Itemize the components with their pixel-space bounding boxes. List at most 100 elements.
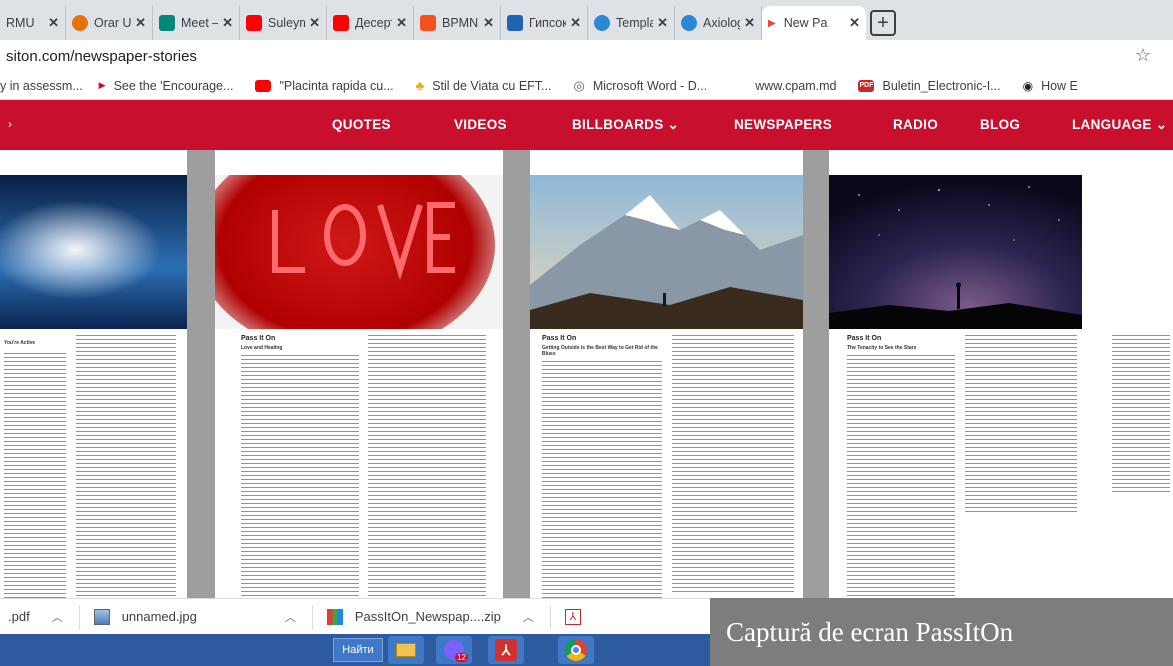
divider: [311, 604, 313, 629]
close-icon[interactable]: ✕: [396, 15, 407, 31]
tab-title: Гипсок: [529, 16, 567, 30]
mountain-image: [530, 175, 803, 329]
caption-overlay: Captură de ecran PassItOn: [710, 598, 1173, 666]
browser-tab-active[interactable]: ▶ New Pa ✕: [762, 6, 866, 40]
nav-blog[interactable]: BLOG: [980, 117, 1020, 132]
messenger-icon[interactable]: 12: [436, 636, 472, 664]
close-icon[interactable]: ✕: [657, 15, 668, 31]
youtube-icon: [255, 79, 272, 92]
bookmark-item[interactable]: "Placinta rapida cu...: [255, 78, 394, 93]
pdf-icon: PDF: [858, 79, 875, 92]
bookmark-item[interactable]: PDF Buletin_Electronic-I...: [858, 79, 1001, 93]
nav-language[interactable]: LANGUAGE ⌄: [1072, 117, 1167, 133]
download-filename: .pdf: [8, 609, 30, 624]
browser-tab[interactable]: Гипсок ✕: [501, 6, 588, 40]
paper-subhead: You're Active: [4, 340, 36, 346]
browser-tab[interactable]: BPMN ✕: [414, 6, 501, 40]
sky-image: [0, 175, 187, 329]
paper-text-column: [1112, 335, 1170, 495]
favicon-icon: [159, 15, 175, 31]
paper-subhead: The Tenacity to See the Stars: [847, 345, 917, 351]
chrome-icon[interactable]: [558, 636, 594, 664]
browser-tab[interactable]: RMU ✕: [0, 6, 66, 40]
browser-tab[interactable]: Templa ✕: [588, 6, 675, 40]
tab-title: RMU: [6, 16, 35, 30]
acrobat-icon[interactable]: ⅄: [488, 636, 524, 664]
new-tab-button[interactable]: +: [870, 10, 896, 36]
nav-newspapers[interactable]: NEWSPAPERS: [734, 117, 832, 132]
file-explorer-icon[interactable]: [388, 636, 424, 664]
play-icon: ▶: [768, 17, 776, 29]
url-text: siton.com/newspaper-stories: [6, 47, 197, 65]
chevron-right-icon[interactable]: ›: [8, 117, 12, 131]
tab-title: Suleym: [268, 16, 305, 30]
pdf-icon: ⅄: [564, 608, 581, 625]
bookmark-item[interactable]: y in assessm...: [0, 79, 83, 93]
taskbar-search-button[interactable]: Найти: [333, 638, 383, 662]
newspaper-thumbnail[interactable]: You're Active: [0, 175, 187, 666]
browser-tab[interactable]: Suleym ✕: [240, 6, 327, 40]
browser-tab[interactable]: Orar US ✕: [66, 6, 153, 40]
globe-icon: [681, 15, 697, 31]
close-icon[interactable]: ✕: [135, 15, 146, 31]
close-icon[interactable]: ✕: [570, 15, 581, 31]
bookmark-label: "Placinta rapida cu...: [279, 78, 394, 93]
paper-subhead: Getting Outside Is the Best Way to Get R…: [542, 345, 658, 357]
bookmark-item[interactable]: ◎ Microsoft Word - D...: [573, 78, 707, 94]
notification-badge: 12: [455, 653, 468, 662]
close-icon[interactable]: ✕: [849, 15, 860, 31]
newspaper-thumbnail[interactable]: [1108, 175, 1173, 666]
paper-headline: Pass It On: [542, 335, 577, 342]
download-item[interactable]: PassItOn_Newspap....zip ︿: [326, 608, 534, 625]
globe-icon: [594, 15, 610, 31]
bookmark-item[interactable]: ♣ Stil de Viata cu EFT...: [416, 78, 552, 93]
address-bar[interactable]: siton.com/newspaper-stories ☆: [0, 40, 1173, 72]
bookmark-item[interactable]: ▶ See the 'Encourage...: [99, 79, 234, 93]
browser-tab[interactable]: Axiolog ✕: [675, 6, 762, 40]
newspaper-gallery: You're Active Pass It On Love and Healin…: [0, 150, 1173, 666]
bookmark-star-icon[interactable]: ☆: [1135, 45, 1151, 66]
favicon-icon: [72, 15, 88, 31]
download-item[interactable]: unnamed.jpg ︿: [93, 608, 296, 625]
tab-title: BPMN: [442, 16, 479, 30]
bookmark-label: Microsoft Word - D...: [592, 78, 708, 93]
close-icon[interactable]: ✕: [309, 15, 320, 31]
figure-icon: ♣: [415, 78, 425, 93]
chevron-up-icon[interactable]: ︿: [523, 609, 534, 625]
chevron-up-icon[interactable]: ︿: [285, 609, 296, 625]
tab-strip: RMU ✕ Orar US ✕ Meet – ✕ Suleym ✕ Десерт…: [0, 0, 1173, 40]
download-item[interactable]: ⅄: [564, 608, 593, 625]
youtube-icon: [333, 15, 349, 31]
favicon-icon: [507, 15, 523, 31]
divider: [78, 604, 80, 629]
paper-text-column: [368, 335, 486, 635]
chevron-up-icon[interactable]: ︿: [52, 609, 63, 625]
browser-tab[interactable]: Десерт ✕: [327, 6, 414, 40]
newspaper-thumbnail[interactable]: Pass It On The Tenacity to See the Stars: [829, 175, 1082, 666]
close-icon[interactable]: ✕: [48, 15, 59, 31]
tab-title: Orar US: [94, 16, 132, 30]
newspaper-thumbnail[interactable]: Pass It On Getting Outside Is the Best W…: [530, 175, 803, 666]
bookmark-label: See the 'Encourage...: [113, 78, 234, 93]
bookmarks-bar: y in assessm... ▶ See the 'Encourage... …: [0, 72, 1173, 100]
newspaper-thumbnail[interactable]: Pass It On Love and Healing: [215, 175, 503, 666]
gallery-divider: [503, 150, 530, 650]
download-item[interactable]: .pdf ︿: [8, 609, 63, 625]
nav-quotes[interactable]: QUOTES: [332, 117, 391, 132]
bookmark-item[interactable]: ◉ How E: [1023, 79, 1078, 93]
close-icon[interactable]: ✕: [483, 15, 494, 31]
close-icon[interactable]: ✕: [222, 15, 233, 31]
gallery-divider: [187, 150, 215, 650]
caption-text: Captură de ecran PassItOn: [726, 616, 1014, 647]
close-icon[interactable]: ✕: [744, 15, 755, 31]
nav-videos[interactable]: VIDEOS: [454, 117, 507, 132]
nav-radio[interactable]: RADIO: [893, 117, 938, 132]
nav-billboards[interactable]: BILLBOARDS ⌄: [572, 117, 679, 133]
bookmark-label: www.cpam.md: [755, 78, 837, 93]
zip-icon: [326, 608, 343, 625]
tab-title: Десерт: [355, 16, 393, 30]
browser-tab[interactable]: Meet – ✕: [153, 6, 240, 40]
bookmark-item[interactable]: www.cpam.md: [755, 79, 836, 93]
tab-title: Meet –: [181, 16, 219, 30]
site-nav: › QUOTES VIDEOS BILLBOARDS ⌄ NEWSPAPERS …: [0, 100, 1173, 150]
